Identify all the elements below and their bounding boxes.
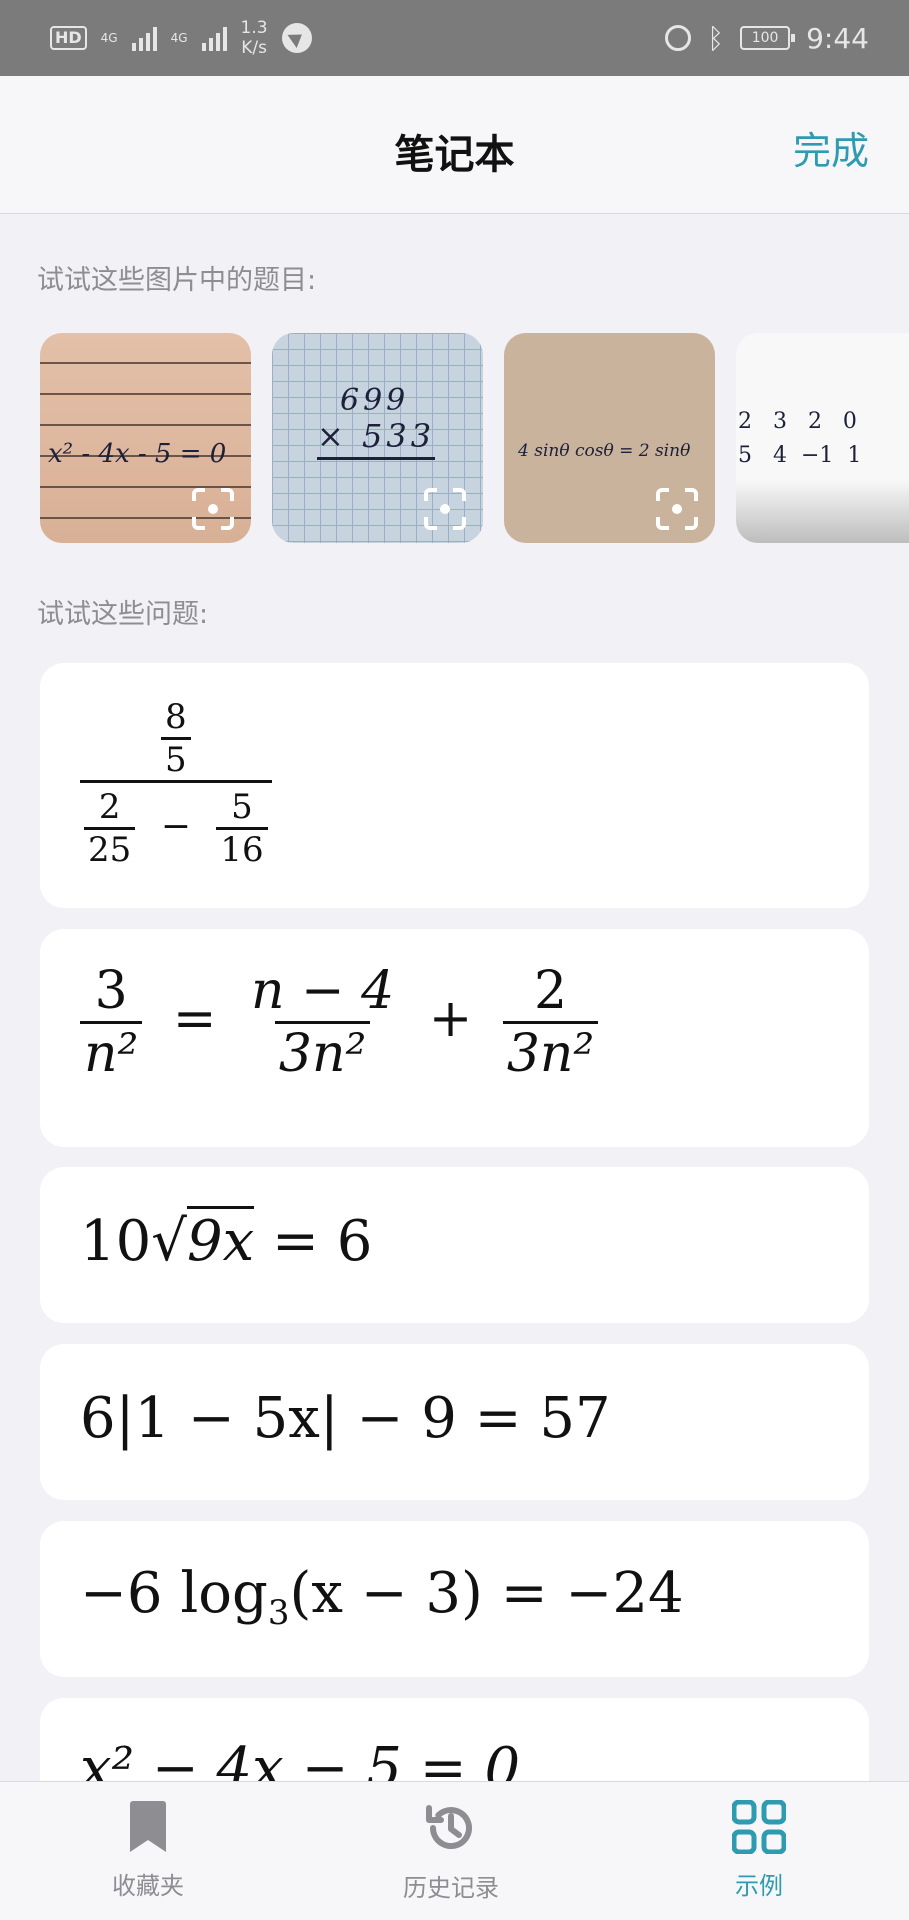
sqrt-sign: √ — [151, 1209, 187, 1274]
image-examples-strip[interactable]: x² - 4x - 5 = 0 699 × 533 4 sinθ cosθ = … — [40, 333, 909, 543]
radicand: 9x — [186, 1206, 255, 1274]
thumb-text: 4 sinθ cosθ = 2 sinθ — [518, 441, 691, 461]
first-denominator: 25 — [84, 827, 136, 870]
bluetooth-icon: ᛒ — [707, 21, 725, 55]
problem-4-math: 6|1 − 5x| − 9 = 57 — [80, 1386, 611, 1451]
problem-card-absolute-value[interactable]: 6|1 − 5x| − 9 = 57 — [40, 1344, 869, 1500]
thumb-row-2: 5 4 −1 1 — [738, 443, 862, 468]
tab-examples-label: 示例 — [735, 1872, 783, 1900]
inner-numerator: 8 — [164, 697, 187, 737]
history-icon — [426, 1805, 472, 1850]
speed-value: 1.3 — [240, 18, 268, 38]
first-numerator: 2 — [98, 787, 121, 827]
example-image-matrix[interactable]: 2 3 2 0 5 4 −1 1 — [736, 333, 909, 543]
signal-icon-2: 4G — [171, 32, 188, 44]
scan-icon[interactable] — [423, 487, 467, 531]
signal-bars-icon-2 — [201, 25, 227, 51]
tab-favorites[interactable]: 收藏夹 — [112, 1800, 184, 1901]
problem-card-complex-fraction[interactable]: 8 5 2 25 − 5 16 — [40, 663, 869, 908]
second-denominator: 16 — [216, 827, 268, 870]
problem-card-rational-equation[interactable]: 3 n² = n − 4 3n² + 2 3n² — [40, 929, 869, 1147]
log-base: 3 — [267, 1593, 290, 1634]
bookmark-icon — [130, 1801, 166, 1852]
problem-card-logarithm[interactable]: −6 log3(x − 3) = −24 — [40, 1521, 869, 1677]
middle-numerator: n − 4 — [250, 961, 395, 1021]
left-denominator: n² — [80, 1021, 143, 1084]
middle-denominator: 3n² — [274, 1021, 371, 1084]
clock: 9:44 — [806, 21, 869, 55]
tab-favorites-label: 收藏夹 — [112, 1872, 184, 1900]
coefficient: 10 — [80, 1209, 152, 1274]
grid-icon — [732, 1800, 786, 1854]
problems-section-label: 试试这些问题: — [37, 599, 209, 630]
inner-denominator: 5 — [160, 737, 191, 780]
status-bar: HD 4G 4G 1.3 K/s ᛒ 100 9:44 — [0, 0, 909, 76]
signal-icon: 4G — [101, 32, 118, 44]
equation-rest: = 6 — [254, 1209, 373, 1274]
example-image-trig[interactable]: 4 sinθ cosθ = 2 sinθ — [504, 333, 715, 543]
image-section-label: 试试这些图片中的题目: — [37, 265, 317, 296]
navigation-icon — [281, 23, 312, 53]
scan-icon[interactable] — [655, 487, 699, 531]
tab-history[interactable]: 历史记录 — [403, 1800, 499, 1903]
hd-icon: HD — [50, 26, 87, 50]
problem-5-math: −6 log3(x − 3) = −24 — [80, 1561, 684, 1633]
problem-card-radical-equation[interactable]: 10√9x = 6 — [40, 1167, 869, 1323]
plus-sign: + — [428, 989, 473, 1049]
log-argument: (x − 3) = −24 — [289, 1561, 684, 1626]
network-type-1: 4G — [100, 31, 118, 45]
thumb-text: x² - 4x - 5 = 0 — [48, 439, 227, 469]
navigation-header: 笔记本 完成 — [0, 76, 909, 214]
minus-sign: − — [160, 805, 191, 847]
tab-examples[interactable]: 示例 — [732, 1800, 786, 1901]
page-title: 笔记本 — [394, 132, 515, 178]
problem-2-math: 3 n² = n − 4 3n² + 2 3n² — [80, 961, 599, 1084]
scan-icon[interactable] — [191, 487, 235, 531]
done-button[interactable]: 完成 — [793, 120, 869, 175]
tab-history-label: 历史记录 — [403, 1874, 499, 1902]
battery-level: 100 — [751, 30, 779, 46]
equals-sign: = — [172, 989, 217, 1049]
battery-icon: 100 — [740, 26, 796, 50]
thumb-line-1: 699 — [340, 383, 410, 418]
second-numerator: 5 — [231, 787, 253, 827]
problem-3-math: 10√9x = 6 — [80, 1206, 373, 1274]
network-speed: 1.3 K/s — [241, 18, 268, 58]
example-image-quadratic[interactable]: x² - 4x - 5 = 0 — [40, 333, 251, 543]
left-numerator: 3 — [94, 961, 128, 1021]
speed-unit: K/s — [241, 38, 267, 58]
right-denominator: 3n² — [502, 1021, 599, 1084]
alarm-icon — [665, 25, 692, 51]
example-image-multiplication[interactable]: 699 × 533 — [272, 333, 483, 543]
bottom-tab-bar: 收藏夹 历史记录 示例 — [0, 1781, 909, 1920]
problem-1-math: 8 5 2 25 − 5 16 — [80, 697, 272, 870]
thumb-line-2: × 533 — [317, 417, 436, 460]
network-type-2: 4G — [170, 31, 188, 45]
right-numerator: 2 — [533, 961, 568, 1021]
thumb-row-1: 2 3 2 0 — [738, 409, 857, 434]
signal-bars-icon — [131, 25, 157, 51]
log-prefix: −6 log — [80, 1561, 268, 1626]
